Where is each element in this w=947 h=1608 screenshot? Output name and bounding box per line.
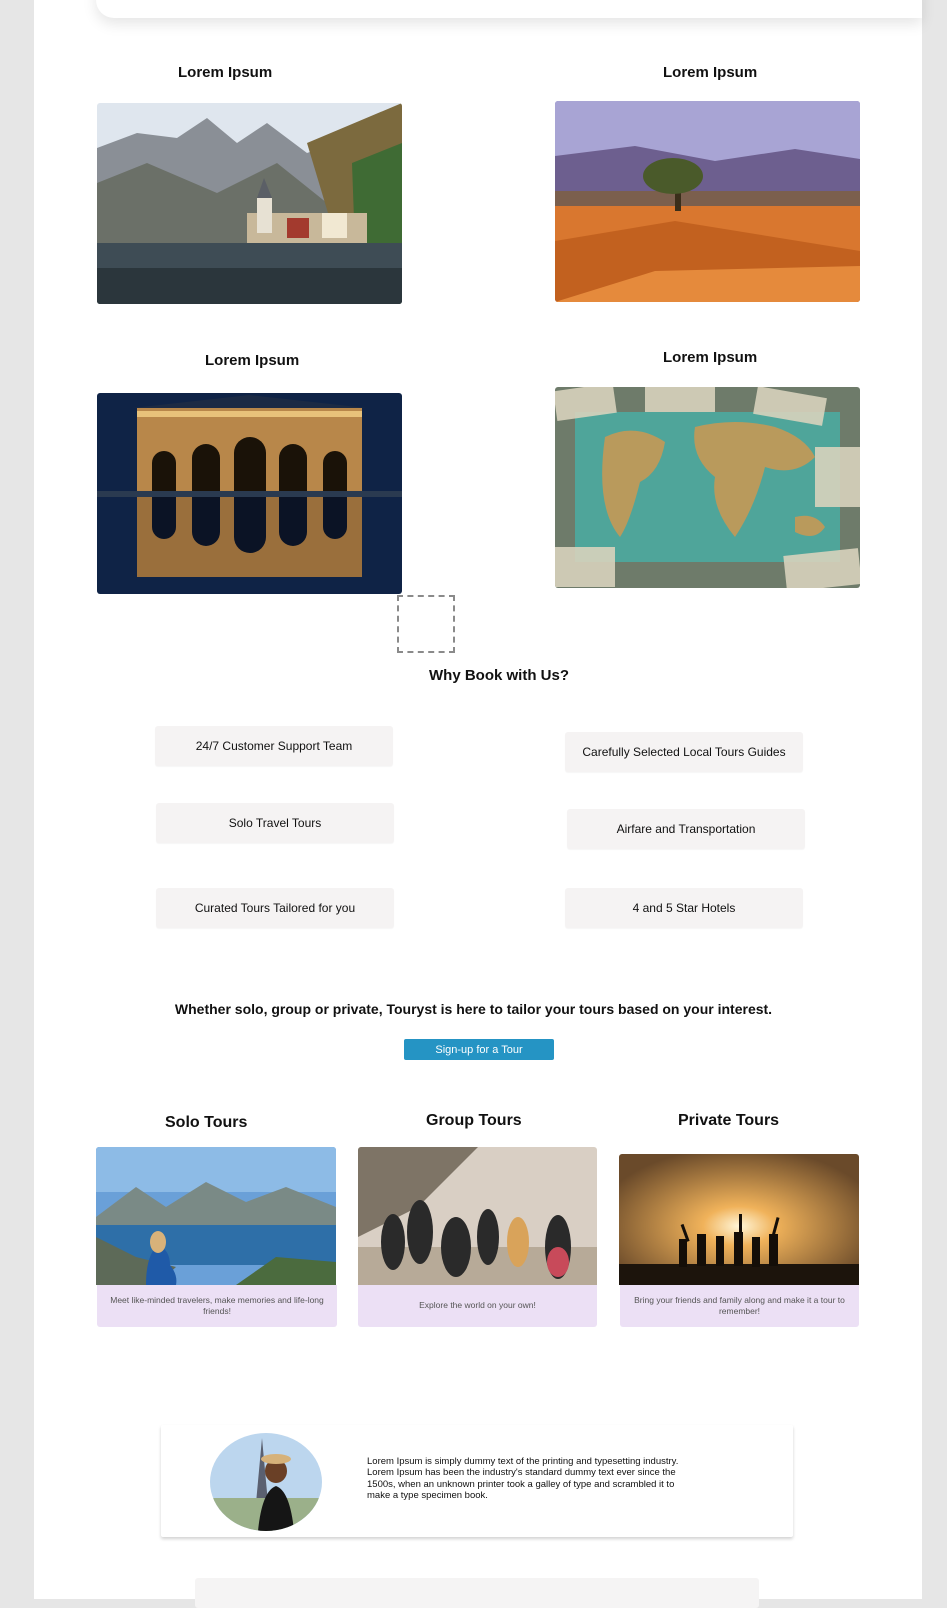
destination-image[interactable] [97,393,402,594]
feature-pill: Airfare and Transportation [567,809,805,849]
feature-pill: 4 and 5 Star Hotels [565,888,803,928]
testimonial-card: Lorem Ipsum is simply dummy text of the … [161,1425,793,1537]
tour-title: Solo Tours [165,1114,248,1131]
feature-pill: Carefully Selected Local Tours Guides [565,732,803,772]
tour-image[interactable] [96,1147,336,1285]
testimonial-text: Lorem Ipsum is simply dummy text of the … [367,1456,679,1502]
destination-image[interactable] [555,387,860,588]
tour-caption: Explore the world on your own! [358,1285,597,1327]
feature-pill: 24/7 Customer Support Team [155,726,393,766]
tour-image[interactable] [619,1154,859,1285]
destination-title: Lorem Ipsum [205,352,300,369]
tour-title: Private Tours [678,1112,780,1129]
destination-title: Lorem Ipsum [663,349,758,366]
destination-title: Lorem Ipsum [178,64,273,81]
next-section-card [195,1578,759,1608]
feature-pill: Solo Travel Tours [156,803,394,843]
destination-title: Lorem Ipsum [663,64,758,81]
testimonial-avatar [210,1433,322,1531]
tour-image[interactable] [358,1147,597,1285]
tagline: Whether solo, group or private, Touryst … [174,1001,773,1017]
tour-caption: Meet like-minded travelers, make memorie… [97,1285,337,1327]
signup-tour-button[interactable]: Sign-up for a Tour [404,1039,554,1060]
destination-image[interactable] [97,103,402,304]
feature-pill: Curated Tours Tailored for you [156,888,394,928]
tour-caption: Bring your friends and family along and … [620,1285,859,1327]
tour-title: Group Tours [426,1112,522,1129]
header-shadow-strip [96,0,922,18]
image-placeholder [397,595,455,653]
destination-image[interactable] [555,101,860,302]
why-heading: Why Book with Us? [429,667,569,684]
